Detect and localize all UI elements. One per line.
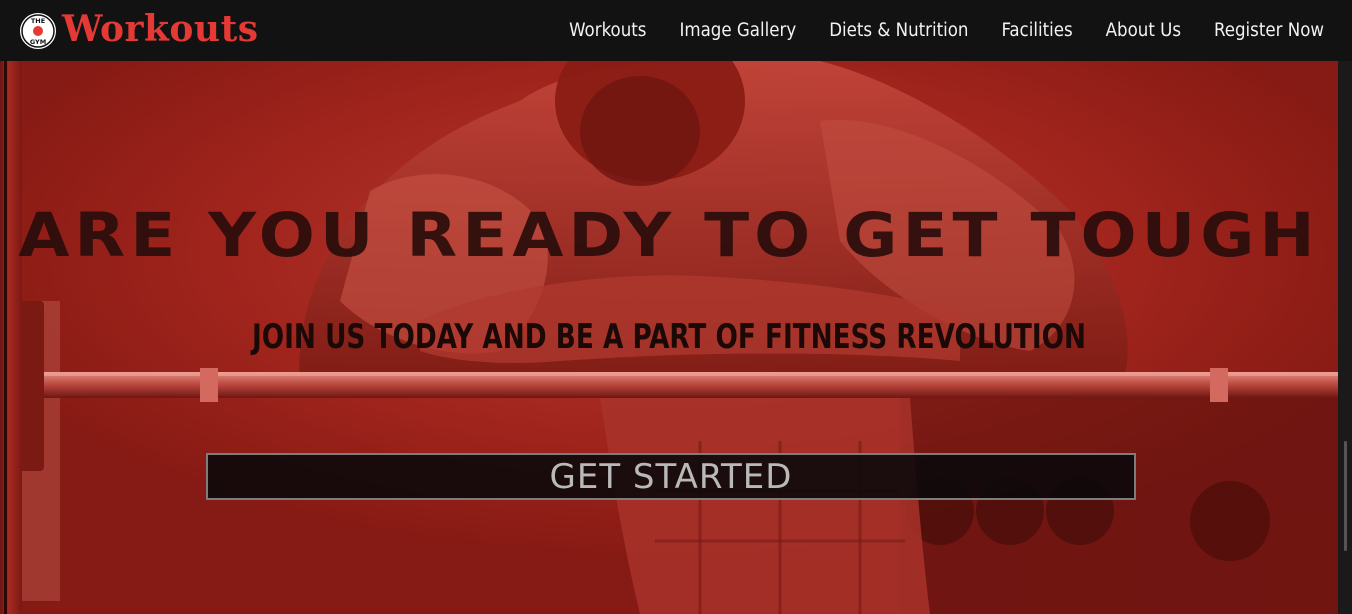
top-navbar: THE GYM Workouts Workouts Image Gallery … [0,0,1352,61]
brand-name[interactable]: Workouts [62,11,259,47]
hero-headline: ARE YOU READY TO GET TOUGH [18,200,1320,271]
page: THE GYM Workouts Workouts Image Gallery … [0,0,1352,614]
nav-item-image-gallery[interactable]: Image Gallery [679,20,796,41]
page-scrollbar[interactable] [1338,61,1352,614]
nav-item-diets-nutrition[interactable]: Diets & Nutrition [829,20,968,41]
hero-section: ARE YOU READY TO GET TOUGH JOIN US TODAY… [0,61,1352,614]
nav-item-register-now[interactable]: Register Now [1214,20,1324,41]
main-nav: Workouts Image Gallery Diets & Nutrition… [569,20,1324,41]
svg-text:GYM: GYM [30,38,46,46]
nav-item-facilities[interactable]: Facilities [1001,20,1072,41]
nav-item-workouts[interactable]: Workouts [569,20,646,41]
nav-item-about-us[interactable]: About Us [1106,20,1181,41]
brand[interactable]: THE GYM Workouts [18,10,259,51]
hero-subheadline: JOIN US TODAY AND BE A PART OF FITNESS R… [251,317,1087,357]
gym-logo-icon: THE GYM [18,10,58,51]
svg-text:THE: THE [31,17,45,25]
hero-content: ARE YOU READY TO GET TOUGH JOIN US TODAY… [0,61,1338,614]
get-started-button[interactable]: GET STARTED [206,453,1136,500]
